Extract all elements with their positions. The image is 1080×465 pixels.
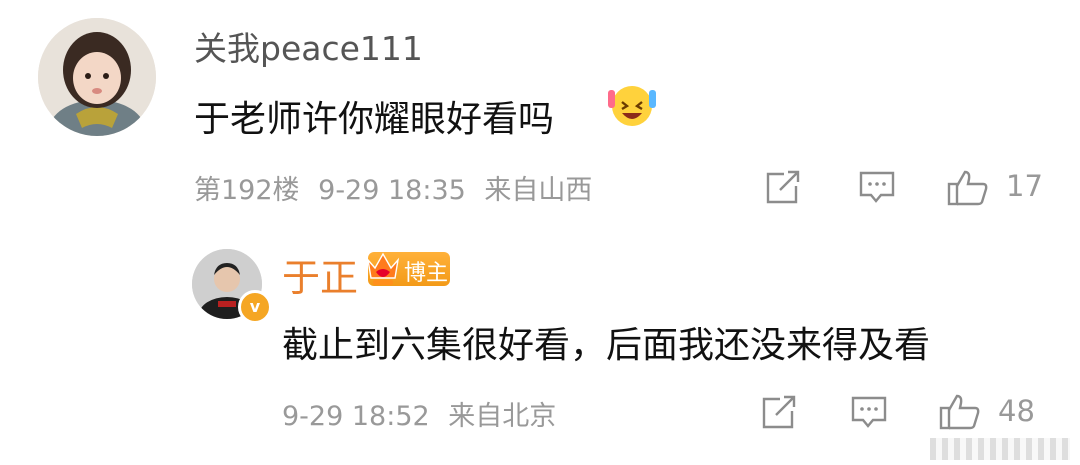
verified-v-icon: v (238, 290, 272, 324)
reply-share-icon[interactable] (760, 395, 798, 435)
like-icon[interactable] (946, 168, 990, 212)
watermark (930, 438, 1070, 460)
floor-number: 第192楼 (194, 175, 300, 206)
reply-meta: 9-29 18:52 来自北京 (282, 394, 556, 433)
reply-comment-icon[interactable] (850, 395, 888, 435)
blogger-badge: 博主 (366, 252, 450, 286)
reply-location: 来自北京 (448, 401, 557, 432)
laughing-emoji-icon (606, 82, 658, 132)
reply-time: 9-29 18:52 (282, 401, 430, 432)
comment-username[interactable]: 关我peace111 (194, 22, 423, 70)
comment-meta: 第192楼 9-29 18:35 来自山西 (194, 168, 592, 207)
reply-username[interactable]: 于正 (282, 247, 358, 302)
comment-time: 9-29 18:35 (318, 175, 466, 206)
crown-icon (364, 246, 402, 294)
reply-like-icon[interactable] (938, 392, 982, 436)
comment-icon[interactable] (858, 170, 896, 210)
share-icon[interactable] (764, 170, 802, 210)
reply-like-count: 48 (998, 394, 1035, 428)
comment-location: 来自山西 (484, 175, 593, 206)
like-count: 17 (1006, 169, 1043, 203)
blogger-badge-label: 博主 (404, 261, 449, 286)
reply-text: 截止到六集很好看，后面我还没来得及看 (282, 325, 931, 366)
comment-text: 于老师许你耀眼好看吗 (194, 99, 555, 140)
avatar[interactable] (38, 18, 156, 136)
